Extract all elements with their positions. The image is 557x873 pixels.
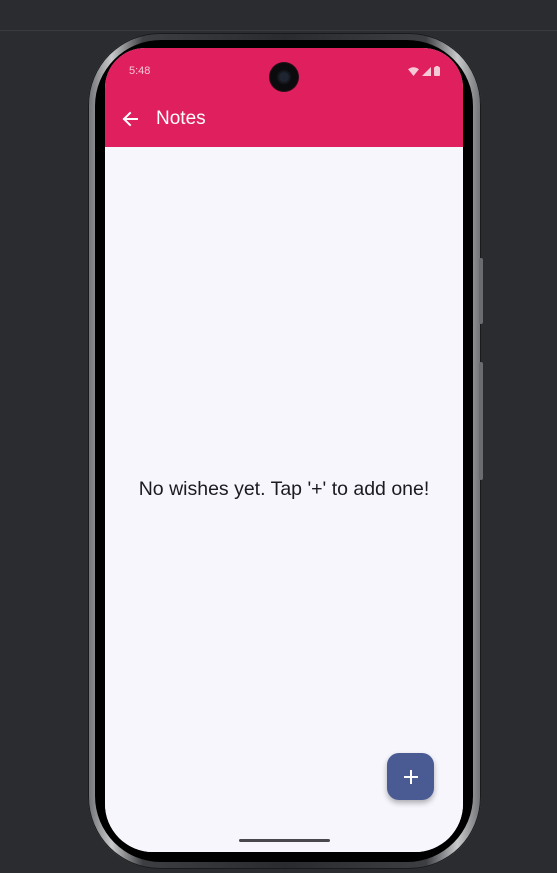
battery-icon <box>434 66 440 76</box>
status-time: 5:48 <box>129 65 151 77</box>
arrow-back-icon <box>122 111 138 127</box>
back-button[interactable] <box>115 104 145 134</box>
signal-icon <box>422 67 431 76</box>
emulator-top-bar <box>0 0 557 31</box>
page-title: Notes <box>156 108 206 129</box>
home-indicator[interactable] <box>239 839 330 842</box>
top-app-bar: Notes <box>105 94 463 147</box>
add-note-fab[interactable] <box>387 753 434 800</box>
status-bar: 5:48 <box>105 48 463 94</box>
phone-screen: 5:48 Notes No wishes yet. Tap '+' to add… <box>105 48 463 852</box>
wifi-icon <box>408 67 419 76</box>
status-icons <box>408 66 440 76</box>
plus-icon <box>403 769 418 784</box>
empty-state-message: No wishes yet. Tap '+' to add one! <box>138 478 430 500</box>
volume-button <box>479 362 483 480</box>
front-camera <box>270 63 298 91</box>
power-button <box>479 258 483 324</box>
notes-list-area: No wishes yet. Tap '+' to add one! <box>105 147 463 852</box>
